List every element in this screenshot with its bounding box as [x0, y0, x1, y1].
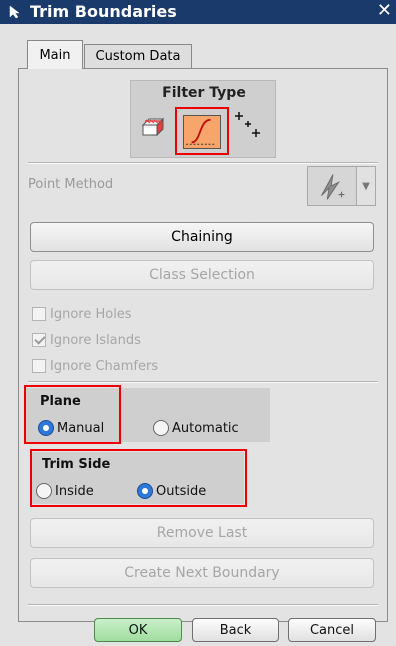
trim-side-outside-radio[interactable]: Outside [137, 481, 206, 501]
plane-title: Plane [40, 394, 81, 409]
cursor-icon [9, 5, 20, 19]
title-bar[interactable]: Trim Boundaries ✕ [0, 0, 396, 24]
tab-main-label: Main [39, 47, 71, 63]
trim-side-inside-radio[interactable]: Inside [36, 481, 94, 501]
tab-custom-data[interactable]: Custom Data [84, 44, 192, 68]
plane-automatic-radio[interactable]: Automatic [153, 418, 239, 438]
checkbox[interactable] [32, 333, 46, 347]
ignore-holes-label: Ignore Holes [50, 306, 132, 322]
separator [28, 162, 378, 164]
chaining-button[interactable]: Chaining [30, 222, 374, 252]
curve-filter-button[interactable] [183, 115, 221, 149]
back-button[interactable]: Back [192, 618, 279, 642]
ok-button-label: OK [128, 622, 148, 638]
curve-icon [186, 118, 217, 145]
trim-side-title: Trim Side [42, 457, 111, 472]
trim-side-outside-label: Outside [156, 483, 207, 499]
ignore-holes-checkbox[interactable]: Ignore Holes [32, 304, 132, 324]
selected-filter-highlight [175, 107, 229, 155]
point-method-dropdown[interactable]: ▼ [356, 166, 376, 206]
points-icon[interactable] [233, 109, 263, 139]
radio-button[interactable] [38, 420, 54, 436]
point-method-label: Point Method [28, 177, 114, 192]
checkbox[interactable] [32, 307, 46, 321]
remove-last-button[interactable]: Remove Last [30, 518, 374, 548]
checkbox[interactable] [32, 359, 46, 373]
radio-button[interactable] [153, 420, 169, 436]
plane-automatic-label: Automatic [172, 420, 239, 436]
ignore-chamfers-checkbox[interactable]: Ignore Chamfers [32, 356, 158, 376]
class-selection-button[interactable]: Class Selection [30, 260, 374, 290]
ignore-islands-checkbox[interactable]: Ignore Islands [32, 330, 141, 350]
point-method-button[interactable] [307, 166, 357, 206]
separator [28, 381, 378, 383]
create-next-boundary-button-label: Create Next Boundary [124, 565, 280, 581]
back-button-label: Back [219, 622, 252, 638]
close-icon[interactable]: ✕ [377, 0, 392, 21]
ok-button[interactable]: OK [94, 618, 182, 642]
class-selection-button-label: Class Selection [149, 267, 255, 283]
ignore-chamfers-label: Ignore Chamfers [50, 358, 159, 374]
tab-custom-data-label: Custom Data [95, 49, 181, 64]
create-next-boundary-button[interactable]: Create Next Boundary [30, 558, 374, 588]
tab-main[interactable]: Main [27, 40, 83, 69]
remove-last-button-label: Remove Last [156, 525, 248, 541]
plane-manual-label: Manual [57, 420, 105, 436]
cancel-button-label: Cancel [309, 622, 355, 638]
ignore-islands-label: Ignore Islands [50, 332, 141, 348]
point-method-icon [321, 174, 345, 200]
chaining-button-label: Chaining [171, 229, 233, 245]
chevron-down-icon: ▼ [362, 180, 370, 192]
plane-manual-radio[interactable]: Manual [38, 418, 104, 438]
face-icon[interactable] [141, 115, 165, 139]
trim-side-inside-label: Inside [55, 483, 94, 499]
filter-type-title: Filter Type [162, 85, 246, 101]
dialog-title: Trim Boundaries [30, 2, 177, 21]
separator [28, 604, 378, 606]
radio-button[interactable] [36, 483, 52, 499]
filter-type-group: Filter Type [130, 80, 276, 158]
radio-button[interactable] [137, 483, 153, 499]
cancel-button[interactable]: Cancel [288, 618, 376, 642]
trim-boundaries-dialog: Trim Boundaries ✕ Main Custom Data Filte… [0, 0, 396, 646]
